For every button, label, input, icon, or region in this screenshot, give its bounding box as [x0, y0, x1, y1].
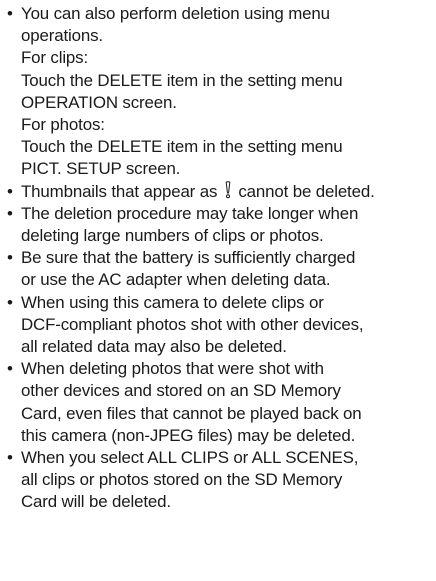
note-line: Touch the DELETE item in the setting men…: [21, 137, 343, 157]
bullet-dot: •: [7, 448, 13, 468]
note-battery: • Be sure that the battery is sufficient…: [3, 247, 432, 291]
note-text-after-icon: cannot be deleted.: [233, 181, 375, 201]
note-line: PICT. SETUP screen.: [21, 159, 181, 179]
note-line: For clips:: [21, 48, 89, 68]
note-line: OPERATION screen.: [21, 92, 177, 112]
note-text-before-icon: Thumbnails that appear as: [21, 181, 222, 201]
note-line: all clips or photos stored on the SD Mem…: [21, 470, 343, 490]
note-line: Thumbnails that appear as cannot be dele…: [21, 180, 432, 203]
note-line: or use the AC adapter when deleting data…: [21, 270, 331, 290]
note-line: this camera (non-JPEG files) may be dele…: [21, 425, 356, 445]
note-line: Card, even files that cannot be played b…: [21, 403, 362, 423]
note-deletion-time: • The deletion procedure may take longer…: [3, 203, 432, 247]
note-menu-deletion: • You can also perform deletion using me…: [3, 3, 432, 181]
note-line: DCF-compliant photos shot with other dev…: [21, 314, 364, 334]
notes-list: • You can also perform deletion using me…: [3, 3, 432, 514]
bullet-dot: •: [7, 181, 13, 201]
note-line: For photos:: [21, 115, 105, 135]
note-line: When deleting photos that were shot with: [21, 359, 324, 379]
note-line: all related data may also be deleted.: [21, 337, 287, 357]
note-line: Touch the DELETE item in the setting men…: [21, 70, 343, 90]
bullet-dot: •: [7, 359, 13, 379]
bullet-dot: •: [7, 4, 13, 23]
note-sd-card-files: • When deleting photos that were shot wi…: [3, 358, 432, 447]
note-line: When you select ALL CLIPS or ALL SCENES,: [21, 448, 359, 468]
note-line: The deletion procedure may take longer w…: [21, 203, 359, 223]
note-line: deleting large numbers of clips or photo…: [21, 226, 324, 246]
manual-page: • You can also perform deletion using me…: [0, 0, 436, 581]
note-line: You can also perform deletion using menu: [21, 4, 330, 23]
note-line: When using this camera to delete clips o…: [21, 292, 324, 312]
note-line: Be sure that the battery is sufficiently…: [21, 248, 356, 268]
note-line: Card will be deleted.: [21, 492, 171, 512]
bullet-dot: •: [7, 292, 13, 312]
bullet-dot: •: [7, 248, 13, 268]
note-line: operations.: [21, 26, 103, 46]
note-protected-thumbnails: • Thumbnails that appear as cannot be de…: [3, 180, 432, 203]
note-all-clips: • When you select ALL CLIPS or ALL SCENE…: [3, 447, 432, 514]
note-line: other devices and stored on an SD Memory: [21, 381, 341, 401]
note-dcf-devices: • When using this camera to delete clips…: [3, 292, 432, 359]
bullet-dot: •: [7, 203, 13, 223]
